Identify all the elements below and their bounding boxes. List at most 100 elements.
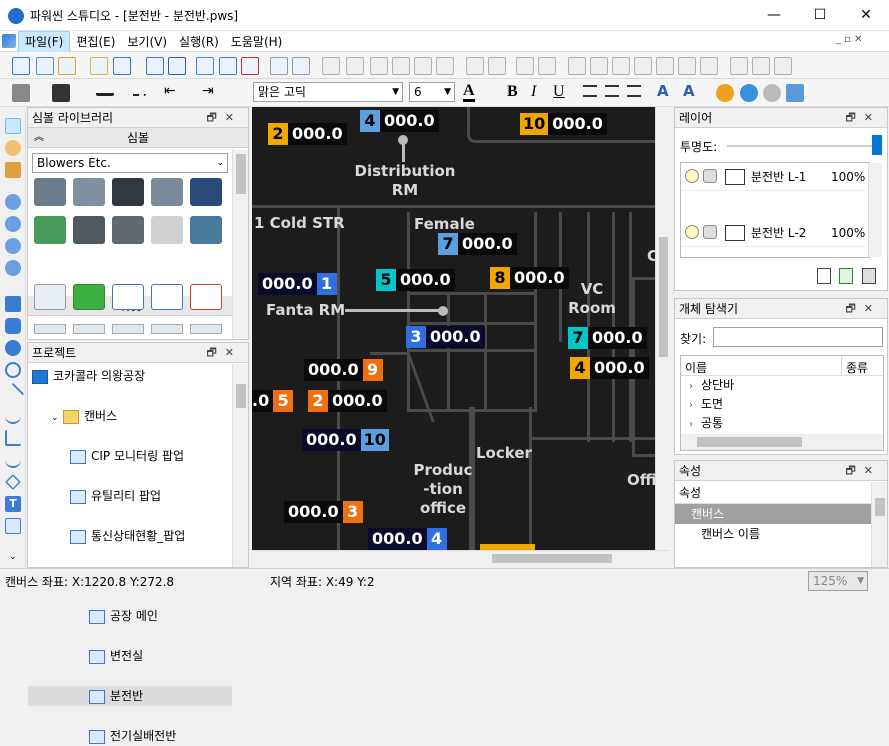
- save-all-icon[interactable]: [146, 57, 164, 75]
- layer-color-swatch[interactable]: [725, 225, 745, 241]
- power-tag[interactable]: 8 000.0: [490, 267, 569, 289]
- motor-icon[interactable]: [151, 178, 183, 206]
- dropdown-widget-icon[interactable]: [112, 284, 144, 310]
- prop-canvas-name[interactable]: 캔버스 이름: [675, 524, 871, 544]
- col-type[interactable]: 종류: [841, 356, 868, 376]
- polyline-tool-icon[interactable]: [5, 430, 21, 446]
- font-select[interactable]: 맑은 고딕 ▼: [253, 82, 403, 102]
- menu-help[interactable]: 도움말(H): [225, 32, 289, 52]
- group-icon[interactable]: [466, 57, 484, 75]
- ungroup-icon[interactable]: [488, 57, 506, 75]
- lock-icon[interactable]: [703, 169, 717, 183]
- lock-icon[interactable]: [703, 225, 717, 239]
- open-folder-icon[interactable]: [90, 57, 108, 75]
- power-tag[interactable]: 7 000.0: [438, 233, 517, 255]
- col-name[interactable]: 이름: [685, 359, 707, 376]
- flip-v-icon[interactable]: [538, 57, 556, 75]
- minimize-button[interactable]: —: [751, 0, 797, 31]
- table-tool-icon[interactable]: [5, 518, 21, 534]
- power-tag[interactable]: 2 000.0: [308, 390, 387, 412]
- object-item[interactable]: › 공통: [681, 414, 881, 433]
- align-middle-icon[interactable]: [656, 57, 674, 75]
- layer-row[interactable]: 분전반 L-2 100%: [681, 219, 869, 247]
- panel-pin-close[interactable]: 🗗✕: [845, 108, 881, 128]
- fan-icon[interactable]: [112, 178, 144, 206]
- pan-tool-icon[interactable]: [5, 140, 21, 156]
- scroll-thumb[interactable]: [697, 437, 802, 447]
- power-tag[interactable]: 000.0 1: [258, 273, 337, 295]
- polygon-tool-icon[interactable]: [5, 474, 21, 490]
- arrow-end-icon[interactable]: ⇥: [202, 83, 214, 99]
- arc-tool-icon[interactable]: [5, 362, 21, 378]
- blower-1-icon[interactable]: [34, 178, 66, 206]
- widget-row2-icon[interactable]: [151, 324, 183, 334]
- panel-pin-close[interactable]: 🗗✕: [845, 461, 881, 481]
- tree-item-1[interactable]: ⌄ 캔버스: [28, 406, 232, 426]
- line-tool-icon[interactable]: [1, 382, 25, 406]
- order-icon[interactable]: [774, 57, 792, 75]
- tree-item-2[interactable]: CIP 모니터링 팝업: [28, 446, 232, 466]
- opacity-slider-thumb[interactable]: [872, 135, 882, 155]
- align-right-icon[interactable]: [627, 85, 641, 97]
- visibility-bulb-icon[interactable]: [685, 169, 699, 183]
- mdi-controls[interactable]: _ ▫ ✕: [836, 34, 863, 45]
- panel-pin-close[interactable]: 🗗✕: [206, 108, 242, 128]
- scroll-thumb[interactable]: [659, 237, 668, 357]
- delete-sel-icon[interactable]: [346, 57, 364, 75]
- align-left-icon[interactable]: [583, 85, 597, 97]
- canvas-vscroll[interactable]: [655, 107, 670, 550]
- close-button[interactable]: ✕: [843, 0, 889, 31]
- tree-item-7[interactable]: 변전실: [28, 646, 232, 666]
- curve-tool-icon[interactable]: [5, 408, 21, 424]
- italic-button[interactable]: I: [531, 83, 536, 101]
- new-canvas-icon[interactable]: [36, 57, 54, 75]
- chevron-down-icon[interactable]: ⌄: [51, 408, 63, 428]
- font-grow-icon[interactable]: A: [657, 82, 669, 100]
- button-widget-icon[interactable]: [34, 284, 66, 310]
- align-center-icon[interactable]: [590, 57, 608, 75]
- upload-icon[interactable]: [196, 57, 214, 75]
- tree-item-8[interactable]: 분전반: [28, 686, 232, 706]
- cut-icon[interactable]: [322, 57, 340, 75]
- menu-file[interactable]: 파일(F): [18, 31, 71, 53]
- copy-icon[interactable]: [370, 57, 388, 75]
- align-right-icon[interactable]: [612, 57, 630, 75]
- more-tools-icon[interactable]: ⌄: [9, 552, 17, 562]
- power-tag[interactable]: .0 5: [252, 390, 294, 412]
- tree-item-6[interactable]: 공장 메인: [28, 606, 232, 626]
- tree-item-0[interactable]: 코카콜라 의왕공장: [28, 366, 232, 386]
- pump-icon[interactable]: [190, 178, 222, 206]
- power-tag[interactable]: 7 000.0: [568, 327, 647, 349]
- symbol-section-header[interactable]: ︽ 심볼: [28, 128, 248, 148]
- zoom-out-icon[interactable]: [5, 216, 21, 232]
- power-tag[interactable]: 000.0 10: [302, 429, 389, 451]
- object-item[interactable]: › 도면: [681, 395, 881, 414]
- menu-run[interactable]: 실행(R): [173, 32, 225, 52]
- new-layer-icon[interactable]: [817, 268, 831, 284]
- flip-h-icon[interactable]: [516, 57, 534, 75]
- transformer-icon[interactable]: [151, 216, 183, 244]
- tree-item-4[interactable]: 통신상태현황_팝업: [28, 526, 232, 546]
- panel-pin-close[interactable]: 🗗✕: [845, 299, 881, 319]
- power-tag[interactable]: 10 000.0: [520, 113, 607, 135]
- checkbox-widget-icon[interactable]: [73, 284, 105, 310]
- sync-icon[interactable]: [740, 84, 758, 102]
- delete-icon[interactable]: [241, 57, 259, 75]
- textbox-widget-icon[interactable]: [151, 284, 183, 310]
- power-tag[interactable]: 2 000.0: [268, 123, 347, 145]
- symbol-category-select[interactable]: Blowers Etc. ⌄: [32, 153, 228, 173]
- fill-color-icon[interactable]: [12, 84, 30, 102]
- line-style-icon[interactable]: [128, 84, 146, 96]
- text-color-icon[interactable]: A: [463, 82, 475, 102]
- power-tag[interactable]: 000.0 3: [284, 501, 363, 523]
- panel-pin-close[interactable]: 🗗✕: [206, 343, 242, 363]
- layer-row[interactable]: 분전반 L-1 100%: [681, 163, 869, 191]
- layer-scrollbar[interactable]: [868, 163, 882, 257]
- widget-row2-icon[interactable]: [112, 324, 144, 334]
- drawing-canvas[interactable]: Distribution RM 1 Cold STR Female Fanta R…: [252, 107, 655, 550]
- duplicate-layer-icon[interactable]: [839, 268, 853, 284]
- visibility-bulb-icon[interactable]: [685, 225, 699, 239]
- scroll-thumb[interactable]: [236, 154, 246, 194]
- open-icon[interactable]: [58, 57, 76, 75]
- font-shrink-icon[interactable]: A: [683, 82, 695, 100]
